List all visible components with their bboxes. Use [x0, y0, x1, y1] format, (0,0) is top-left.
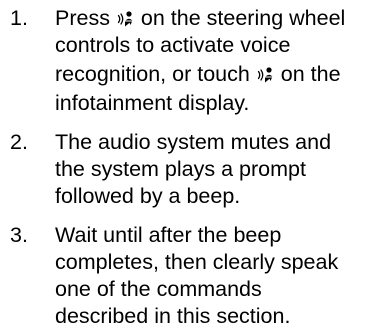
step-3-line-3: one of the commands — [55, 277, 262, 301]
step-1-line-1: Press on the steering wheel — [55, 5, 381, 32]
step-1: 1. Press on the steering wheel controls … — [0, 0, 381, 117]
step-3-line-1: Wait until after the beep — [55, 223, 282, 247]
step-1-text-steering: on the steering wheel — [134, 6, 346, 30]
step-1-line-3: recognition, or touch on the — [55, 59, 381, 90]
step-3-number: 3. — [10, 223, 28, 247]
step-1-text-press: Press — [55, 6, 116, 30]
step-2-line-2: the system plays a prompt — [55, 157, 306, 181]
voice-recognition-icon — [117, 10, 134, 27]
document-page: { "steps": [ { "number": "1.", "line1_be… — [0, 0, 381, 329]
instruction-steps-list: 1. Press on the steering wheel controls … — [0, 0, 381, 330]
step-2: 2. The audio system mutes and the system… — [0, 129, 381, 210]
step-2-line-1: The audio system mutes and — [55, 130, 332, 154]
step-1-text-recognition: recognition, or touch — [55, 62, 256, 86]
step-3-line-4: described in this section. — [55, 304, 291, 328]
step-1-number: 1. — [10, 6, 28, 30]
step-1-text-on-the: on the — [274, 62, 341, 86]
step-1-line-2: controls to activate voice — [55, 33, 291, 57]
step-2-line-3: followed by a beep. — [55, 184, 241, 208]
step-3-line-2: completes, then clearly speak — [55, 250, 339, 274]
voice-recognition-icon — [257, 66, 274, 83]
step-3: 3. Wait until after the beep completes, … — [0, 222, 381, 330]
step-2-number: 2. — [10, 130, 28, 154]
step-1-line-4: infotainment display. — [55, 91, 250, 115]
